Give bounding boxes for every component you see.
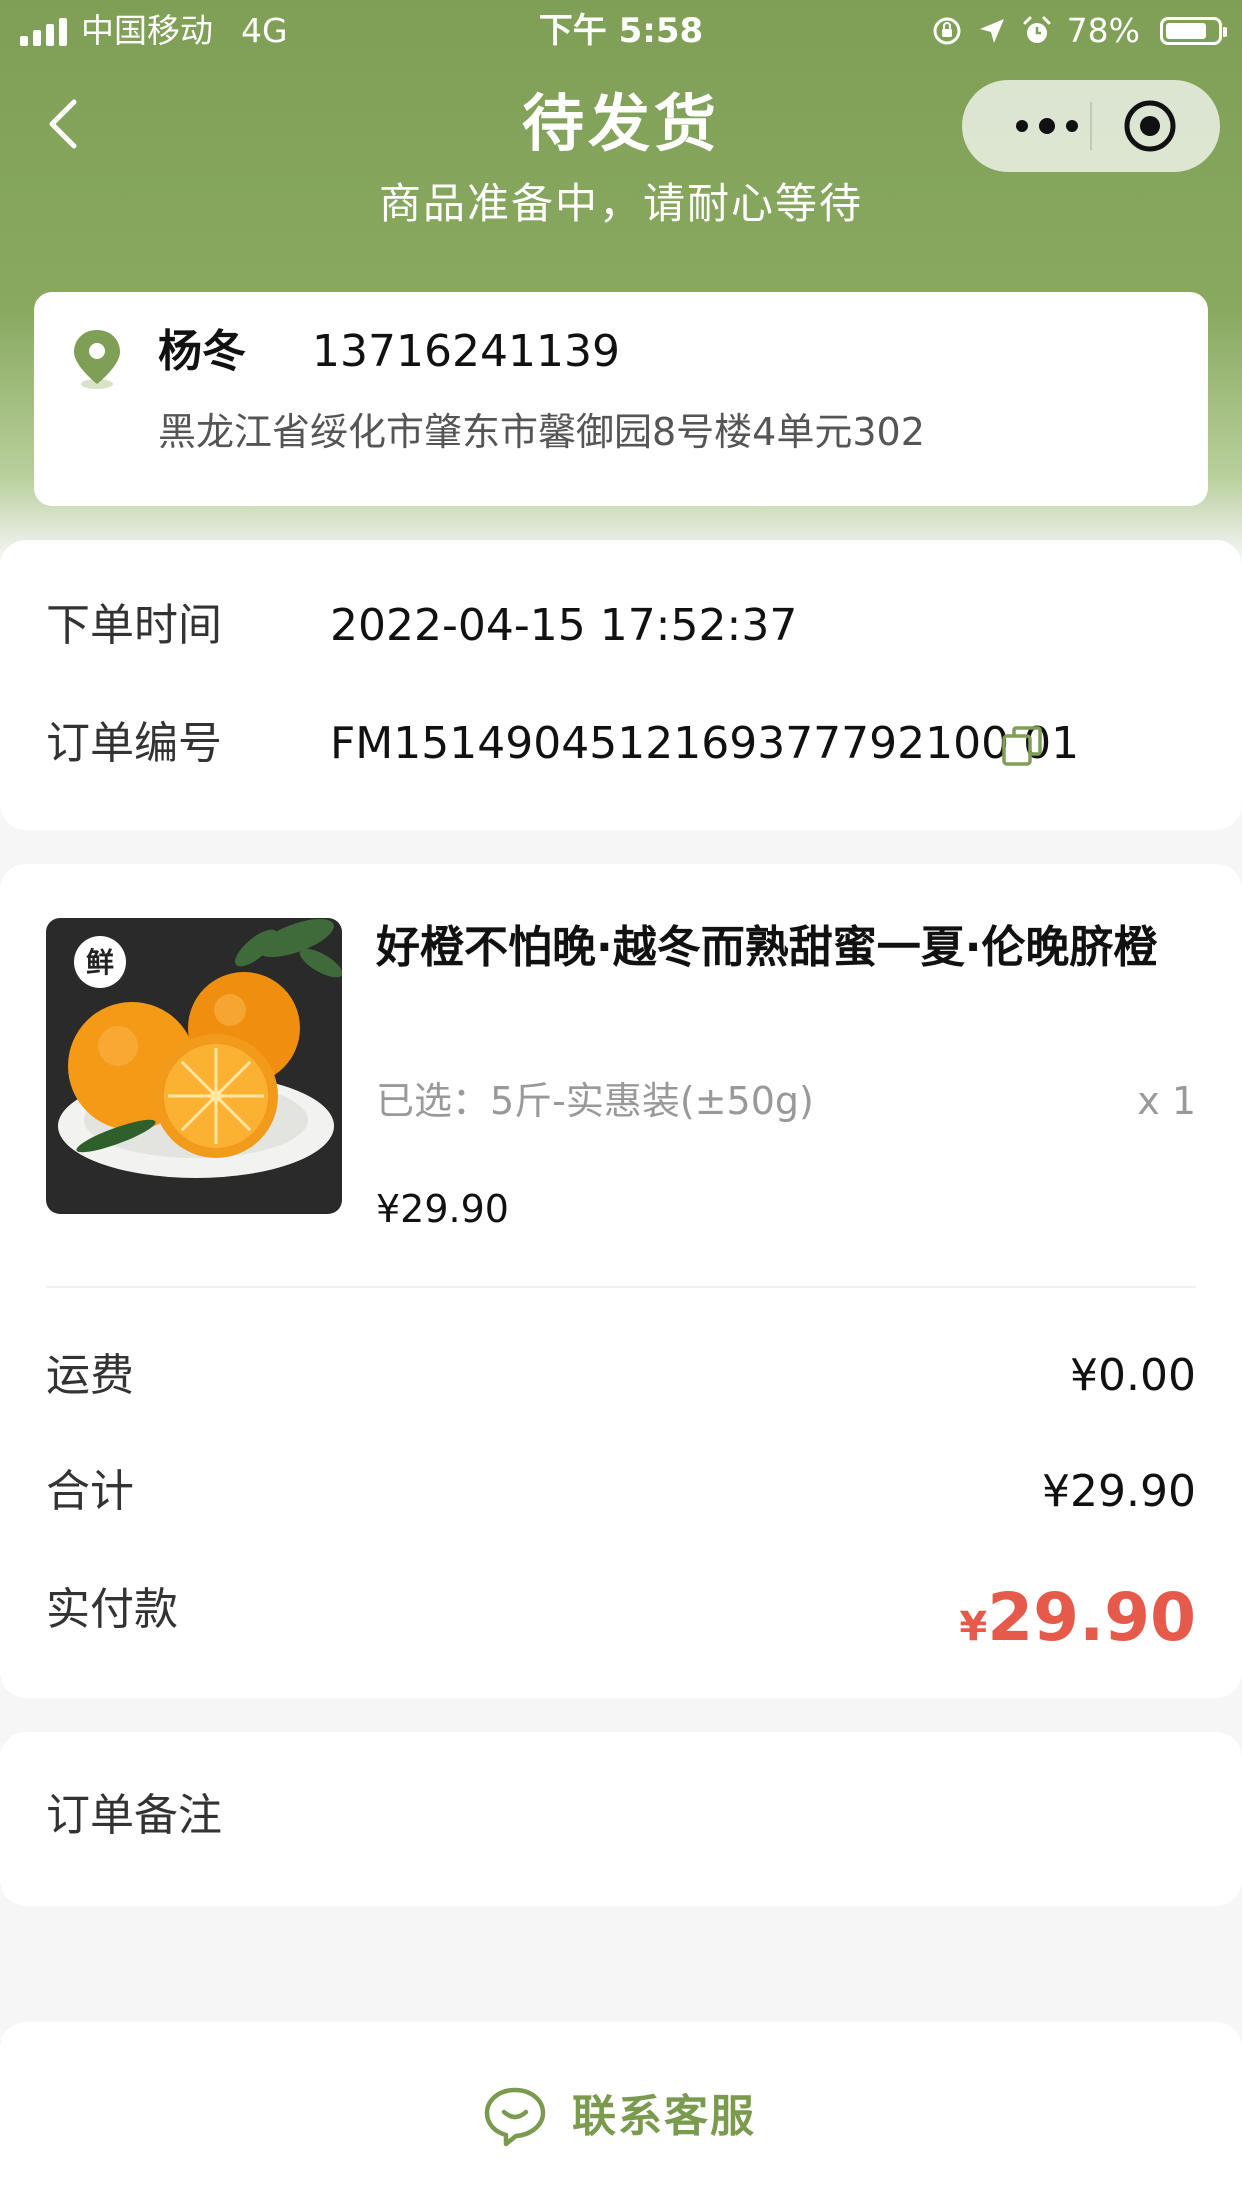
order-number-value: FM1514904512169377792100 01 [330,718,1080,769]
product-card: 鲜 好橙不怕晚·越冬而熟甜蜜一夏·伦晚脐橙 已选：5斤-实惠装(±50g) x … [0,864,1242,1698]
total-label: 合计 [46,1466,134,1517]
order-time-label: 下单时间 [46,600,222,651]
recipient-phone: 13716241139 [312,326,620,377]
brand-badge: 鲜 [86,946,114,979]
battery-icon [1160,17,1227,45]
bottom-bar: 联系客服 [0,2022,1242,2208]
product-image[interactable]: 鲜 [46,918,342,1214]
currency-symbol: ¥ [959,1604,988,1650]
order-time-value: 2022-04-15 17:52:37 [330,600,798,651]
remark-card: 订单备注 [0,1732,1242,1906]
more-dots-icon [1016,118,1078,134]
remark-label: 订单备注 [46,1790,222,1841]
chat-bubble-icon [484,2087,546,2147]
target-close-icon [1124,100,1176,152]
shipping-label: 运费 [46,1350,134,1401]
status-right: 78% [931,10,1227,52]
divider [46,1286,1196,1288]
product-price: ¥29.90 [376,1187,509,1231]
product-title[interactable]: 好橙不怕晚·越冬而熟甜蜜一夏·伦晚脐橙 [376,916,1206,980]
paid-amount: ¥29.90 [959,1578,1196,1658]
copy-icon[interactable] [1000,724,1044,768]
location-pin-icon [74,330,120,389]
capsule-divider [1090,102,1092,150]
address-card[interactable]: 杨冬 13716241139 黑龙江省绥化市肇东市馨御园8号楼4单元302 [34,292,1208,506]
location-arrow-icon [979,19,1004,43]
alarm-icon [1023,16,1051,43]
order-number-label: 订单编号 [46,718,222,769]
more-button[interactable] [1002,106,1092,146]
contact-service-label: 联系客服 [572,2091,756,2142]
product-spec: 已选：5斤-实惠装(±50g) [376,1079,814,1123]
contact-service-button[interactable]: 联系客服 [482,2082,756,2152]
recipient-address: 黑龙江省绥化市肇东市馨御园8号楼4单元302 [158,410,925,454]
battery-percent: 78% [1066,11,1140,50]
shipping-value: ¥0.00 [1070,1350,1196,1401]
paid-value: 29.90 [987,1579,1196,1656]
recipient-name: 杨冬 [158,326,246,377]
paid-label: 实付款 [46,1584,178,1635]
close-miniprogram-button[interactable] [1122,98,1178,154]
product-quantity: x 1 [1137,1079,1196,1123]
total-value: ¥29.90 [1042,1466,1196,1517]
rotation-lock-icon [933,17,961,45]
order-info-card: 下单时间 2022-04-15 17:52:37 订单编号 FM15149045… [0,540,1242,830]
miniprogram-capsule [962,80,1220,172]
page-subtitle: 商品准备中，请耐心等待 [378,179,863,228]
status-bar: 中国移动 4G 下午 5:58 78% [0,0,1242,62]
